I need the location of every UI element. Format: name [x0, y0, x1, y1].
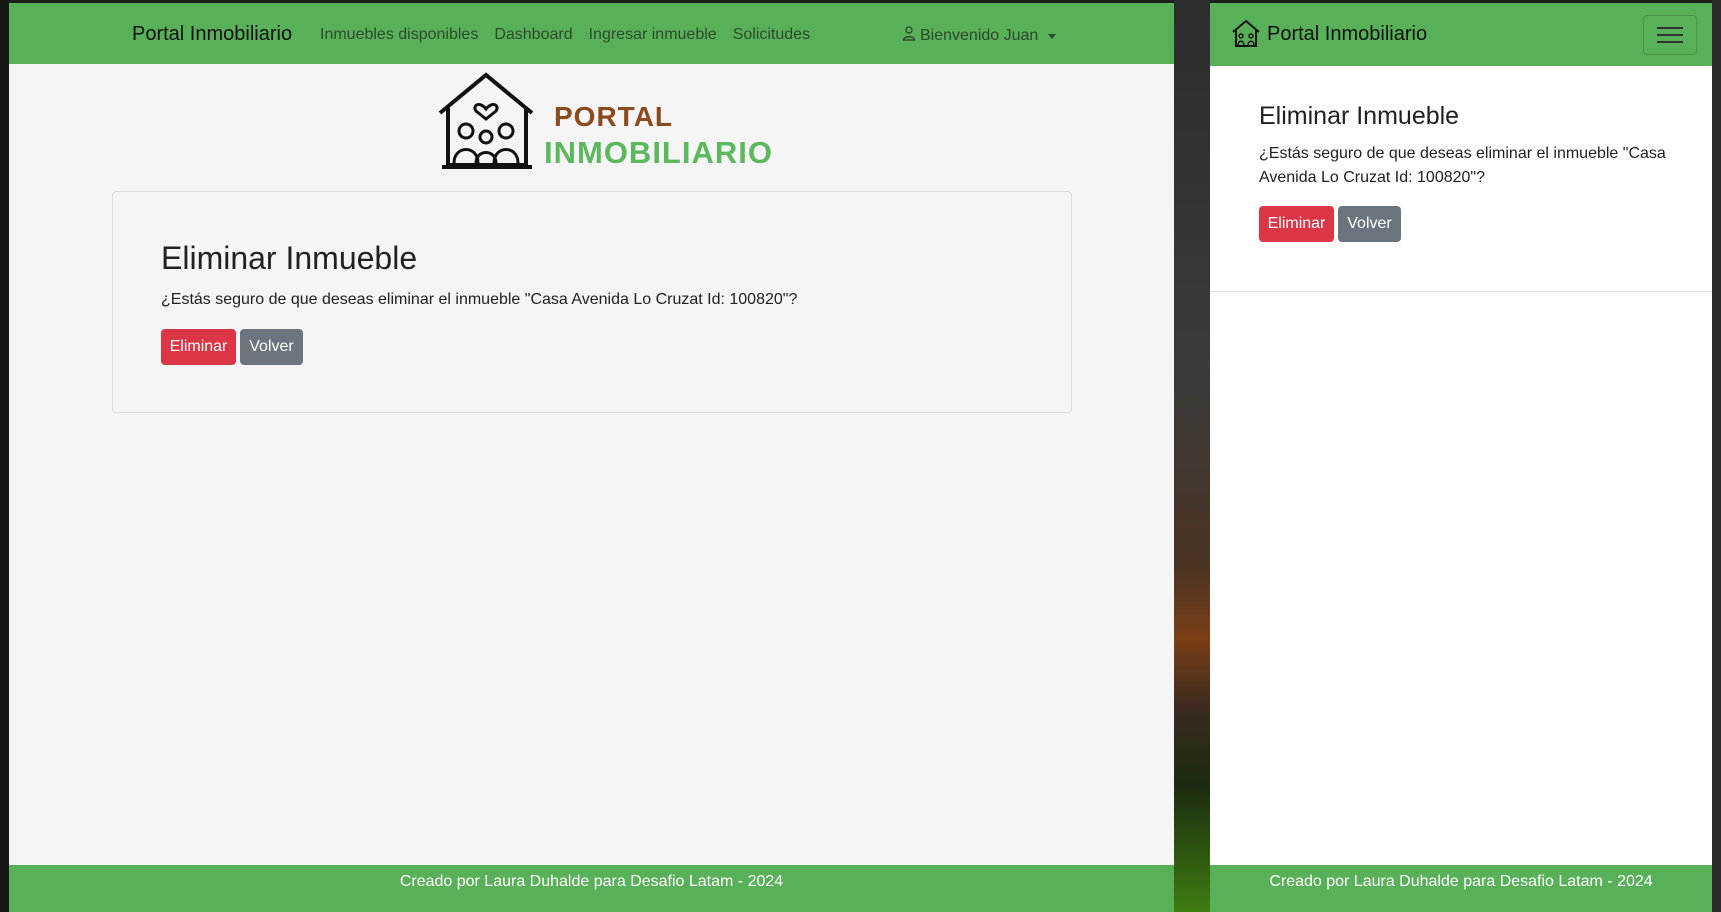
delete-card: Eliminar Inmueble ¿Estás seguro de que d… — [1210, 66, 1712, 292]
hamburger-menu-icon[interactable] — [1643, 15, 1697, 55]
logo-text-inmobiliario: INMOBILIARIO — [544, 135, 773, 170]
browser-window-desktop: Portal Inmobiliario Inmuebles disponible… — [9, 3, 1174, 912]
navbar-brand[interactable]: Portal Inmobiliario — [1231, 19, 1427, 49]
page-title: Eliminar Inmueble — [161, 240, 418, 276]
delete-button[interactable]: Eliminar — [1259, 206, 1334, 242]
browser-window-mobile: Portal Inmobiliario Eliminar Inmueble ¿E… — [1210, 3, 1712, 912]
logo-text-portal: PORTAL — [554, 101, 674, 132]
nav-link-solicitudes[interactable]: Solicitudes — [733, 26, 810, 44]
navbar-brand-label: Portal Inmobiliario — [1267, 22, 1428, 45]
navbar: Portal Inmobiliario Inmuebles disponible… — [9, 3, 1174, 64]
desktop-wallpaper-right — [1712, 0, 1721, 912]
portal-logo: PORTAL INMOBILIARIO — [434, 71, 779, 173]
navbar: Portal Inmobiliario — [1210, 3, 1712, 66]
desktop-wallpaper-gap — [1174, 0, 1210, 912]
footer: Creado por Laura Duhalde para Desafio La… — [1210, 865, 1712, 912]
house-family-icon — [438, 72, 534, 169]
desktop-wallpaper-left — [0, 0, 9, 912]
nav-link-inmuebles-disponibles[interactable]: Inmuebles disponibles — [320, 26, 478, 44]
footer: Creado por Laura Duhalde para Desafio La… — [9, 865, 1174, 912]
house-family-icon — [1232, 19, 1260, 47]
nav-links: Inmuebles disponibles Dashboard Ingresar… — [320, 26, 810, 44]
user-dropdown-label: Bienvenido Juan — [920, 27, 1039, 44]
nav-link-dashboard[interactable]: Dashboard — [494, 26, 572, 44]
back-button[interactable]: Volver — [240, 329, 303, 365]
user-dropdown[interactable]: Bienvenido Juan — [902, 26, 1057, 46]
chevron-down-icon — [1048, 33, 1057, 39]
navbar-brand[interactable]: Portal Inmobiliario — [132, 23, 292, 46]
confirm-message: ¿Estás seguro de que deseas eliminar el … — [161, 291, 798, 308]
page-title: Eliminar Inmueble — [1259, 102, 1460, 130]
back-button[interactable]: Volver — [1338, 206, 1401, 242]
person-icon — [902, 26, 916, 46]
delete-button[interactable]: Eliminar — [161, 329, 236, 365]
confirm-message: ¿Estás seguro de que deseas eliminar el … — [1259, 145, 1666, 186]
delete-card: Eliminar Inmueble ¿Estás seguro de que d… — [112, 191, 1072, 413]
nav-link-ingresar-inmueble[interactable]: Ingresar inmueble — [589, 26, 717, 44]
